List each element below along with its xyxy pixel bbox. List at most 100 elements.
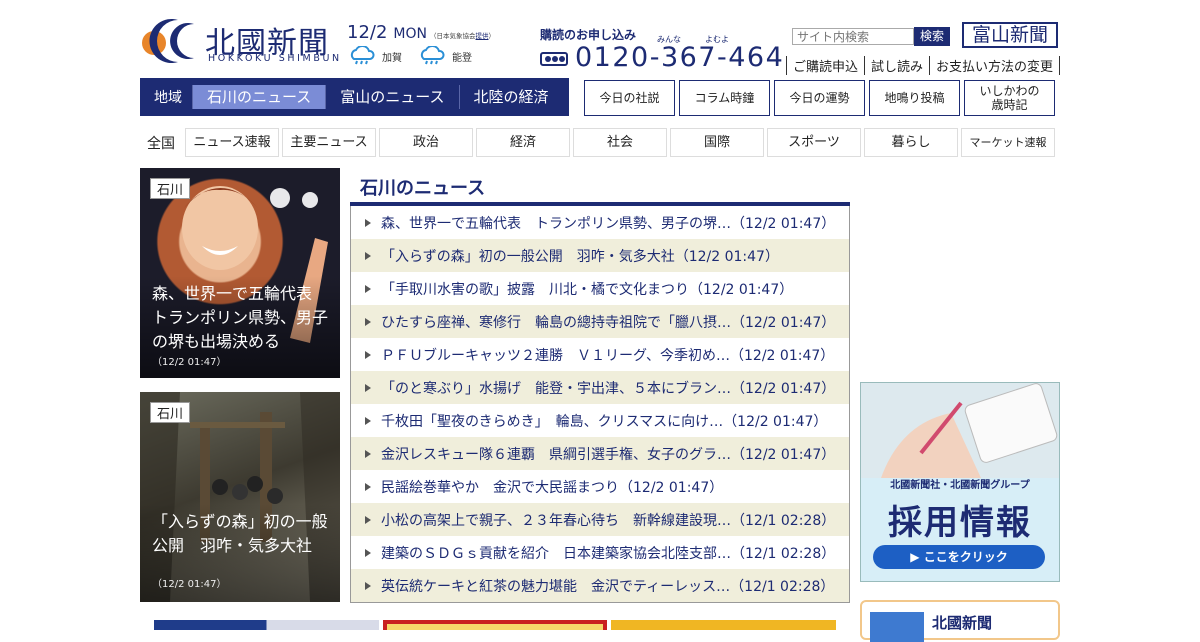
news-item[interactable]: ＰＦＵブルーキャッツ２連勝 Ｖ１リーグ、今季初め…（12/2 01:47） — [351, 338, 849, 371]
weather-label: 加賀 — [382, 52, 402, 64]
news-item[interactable]: 英伝統ケーキと紅茶の魅力堪能 金沢でティーレッス…（12/1 02:28） — [351, 569, 849, 602]
link-trial[interactable]: 試し読み — [864, 56, 929, 75]
photo-caption: 森、世界一で五輪代表 トランポリン県勢、男子の堺も出場決める （12/2 01:… — [140, 276, 340, 378]
category-international[interactable]: 国際 — [670, 128, 764, 157]
weather-label: 能登 — [452, 52, 472, 64]
news-item[interactable]: 「手取川水害の歌」披露 川北・橘で文化まつり（12/2 01:47） — [351, 272, 849, 305]
category-sports[interactable]: スポーツ — [767, 128, 861, 157]
news-item-text[interactable]: 金沢レスキュー隊６連覇 県綱引選手権、女子のグラ…（12/2 01:47） — [381, 444, 835, 464]
category-politics[interactable]: 政治 — [379, 128, 473, 157]
news-item-text[interactable]: 英伝統ケーキと紅茶の魅力堪能 金沢でティーレッス…（12/1 02:28） — [381, 576, 834, 596]
link-subscribe[interactable]: ご購読申込 — [786, 56, 864, 75]
subscribe-phone[interactable]: 0120-367-464 — [575, 42, 784, 73]
news-item-text[interactable]: ＰＦＵブルーキャッツ２連勝 Ｖ１リーグ、今季初め…（12/2 01:47） — [381, 345, 834, 365]
category-market[interactable]: マーケット速報 — [961, 128, 1055, 157]
photo-story-2[interactable]: 石川 「入らずの森」初の一般公開 羽咋・気多大社 （12/2 01:47） — [140, 392, 340, 602]
category-lifestyle[interactable]: 暮らし — [864, 128, 958, 157]
logo-subtitle: HOKKOKU SHIMBUN — [208, 53, 342, 64]
hokkoku-app-card[interactable]: 北國新聞 — [860, 600, 1060, 642]
bullet-icon — [365, 251, 371, 260]
photo-caption: 「入らずの森」初の一般公開 羽咋・気多大社 （12/2 01:47） — [140, 504, 340, 602]
tab-hokuriku-economy[interactable]: 北陸の経済 — [458, 85, 563, 109]
news-item-text[interactable]: 建築のＳＤＧｓ貢献を紹介 日本建築家協会北陸支部…（12/1 02:28） — [381, 543, 835, 563]
bullet-icon — [365, 284, 371, 293]
weather-noto[interactable]: 能登 — [418, 46, 472, 66]
bullet-icon — [365, 416, 371, 425]
news-section-title: 石川のニュース — [360, 178, 486, 199]
recruitment-banner[interactable]: 北國新聞社・北國新聞グループ 採用情報 ▶ ここをクリック — [860, 382, 1060, 582]
bullet-icon — [365, 515, 371, 524]
category-society[interactable]: 社会 — [573, 128, 667, 157]
bottom-thumbnail-1[interactable] — [154, 620, 379, 630]
news-item-text[interactable]: 「のと寒ぶり」水揚げ 能登・宇出津、５本にブラン…（12/2 01:47） — [381, 378, 835, 398]
hokkoku-app-icon — [870, 612, 924, 642]
subscribe-title: 購読のお申し込み — [540, 28, 637, 42]
news-item[interactable]: 森、世界一で五輪代表 トランポリン県勢、男子の堺…（12/2 01:47） — [351, 206, 849, 239]
nav-ishikawa-almanac[interactable]: いしかわの 歳時記 — [964, 80, 1055, 116]
bullet-icon — [365, 449, 371, 458]
banner-click-button[interactable]: ▶ ここをクリック — [873, 545, 1045, 569]
bullet-icon — [365, 548, 371, 557]
phone-icon — [540, 52, 568, 66]
weather-kaga[interactable]: 加賀 — [348, 46, 402, 66]
news-item[interactable]: 金沢レスキュー隊６連覇 県綱引選手権、女子のグラ…（12/2 01:47） — [351, 437, 849, 470]
news-item[interactable]: 千枚田「聖夜のきらめき」 輪島、クリスマスに向け…（12/2 01:47） — [351, 404, 849, 437]
photo-headline[interactable]: 森、世界一で五輪代表 トランポリン県勢、男子の堺も出場決める — [152, 282, 328, 354]
nav-jisho-column[interactable]: コラム時鐘 — [679, 80, 770, 116]
photo-timestamp: （12/2 01:47） — [152, 357, 227, 368]
bullet-icon — [365, 317, 371, 326]
rain-cloud-icon — [420, 46, 445, 65]
weather-credit-link[interactable]: 提供 — [476, 32, 489, 40]
news-item-text[interactable]: 「入らずの森」初の一般公開 羽咋・気多大社（12/2 01:47） — [381, 246, 779, 266]
news-item[interactable]: 「入らずの森」初の一般公開 羽咋・気多大社（12/2 01:47） — [351, 239, 849, 272]
news-item-text[interactable]: 小松の高架上で親子、２３年春心待ち 新幹線建設現…（12/1 02:28） — [381, 510, 835, 530]
nav-horoscope[interactable]: 今日の運勢 — [774, 80, 865, 116]
photo-headline[interactable]: 「入らずの森」初の一般公開 羽咋・気多大社 — [152, 510, 328, 558]
news-item-text[interactable]: 民謡絵巻華やか 金沢で大民謡まつり（12/2 01:47） — [381, 477, 723, 497]
banner-subtitle: 北國新聞社・北國新聞グループ — [890, 480, 1030, 491]
news-item[interactable]: 民謡絵巻華やか 金沢で大民謡まつり（12/2 01:47） — [351, 470, 849, 503]
bullet-icon — [365, 218, 371, 227]
current-date: 12/2 MON — [347, 22, 427, 43]
nav-editorial[interactable]: 今日の社説 — [584, 80, 675, 116]
news-item-text[interactable]: 千枚田「聖夜のきらめき」 輪島、クリスマスに向け…（12/2 01:47） — [381, 411, 827, 431]
news-item-text[interactable]: 森、世界一で五輪代表 トランポリン県勢、男子の堺…（12/2 01:47） — [381, 213, 835, 233]
news-item[interactable]: 「のと寒ぶり」水揚げ 能登・宇出津、５本にブラン…（12/2 01:47） — [351, 371, 849, 404]
bottom-thumbnail-2[interactable] — [383, 620, 607, 630]
subscription-links: ご購読申込 試し読み お支払い方法の変更 — [786, 56, 1061, 75]
category-economy[interactable]: 経済 — [476, 128, 570, 157]
news-item-text[interactable]: ひたすら座禅、寒修行 輪島の總持寺祖院で「臘八摂…（12/2 01:47） — [381, 312, 835, 332]
bullet-icon — [365, 482, 371, 491]
news-item[interactable]: ひたすら座禅、寒修行 輪島の總持寺祖院で「臘八摂…（12/2 01:47） — [351, 305, 849, 338]
toyama-shimbun-logo[interactable]: 富山新聞 — [962, 22, 1058, 48]
column-nav: 今日の社説 コラム時鐘 今日の運勢 地鳴り投稿 いしかわの 歳時記 — [584, 80, 1055, 116]
bullet-icon — [365, 350, 371, 359]
bullet-icon — [365, 383, 371, 392]
news-item-text[interactable]: 「手取川水害の歌」披露 川北・橘で文化まつり（12/2 01:47） — [381, 279, 793, 299]
news-list: 森、世界一で五輪代表 トランポリン県勢、男子の堺…（12/2 01:47） 「入… — [350, 206, 850, 603]
bullet-icon — [365, 581, 371, 590]
photo-story-1[interactable]: 石川 森、世界一で五輪代表 トランポリン県勢、男子の堺も出場決める （12/2 … — [140, 168, 340, 378]
tab-ishikawa-news[interactable]: 石川のニュース — [192, 85, 326, 109]
region-nav: 地域 石川のニュース 富山のニュース 北陸の経済 — [140, 78, 569, 116]
bottom-thumbnail-3[interactable] — [611, 620, 836, 630]
region-nav-label: 地域 — [154, 90, 182, 106]
region-tag: 石川 — [150, 178, 191, 199]
link-payment-change[interactable]: お支払い方法の変更 — [929, 56, 1061, 75]
search-button[interactable]: 検索 — [914, 27, 950, 46]
category-nav-label: 全国 — [147, 135, 175, 152]
category-breaking[interactable]: ニュース速報 — [185, 128, 279, 157]
category-nav: 全国 ニュース速報 主要ニュース 政治 経済 社会 国際 スポーツ 暮らし マー… — [140, 128, 1055, 157]
region-tag: 石川 — [150, 402, 191, 423]
hokkoku-logo-mark[interactable] — [140, 16, 198, 66]
category-top[interactable]: 主要ニュース — [282, 128, 376, 157]
tab-toyama-news[interactable]: 富山のニュース — [325, 85, 458, 109]
rain-cloud-icon — [350, 46, 375, 65]
news-item[interactable]: 小松の高架上で親子、２３年春心待ち 新幹線建設現…（12/1 02:28） — [351, 503, 849, 536]
search-input[interactable] — [792, 28, 914, 45]
photo-timestamp: （12/2 01:47） — [152, 579, 227, 590]
weather-credit: （日本気象協会提供） — [430, 32, 495, 40]
nav-reader-letters[interactable]: 地鳴り投稿 — [869, 80, 960, 116]
news-item[interactable]: 建築のＳＤＧｓ貢献を紹介 日本建築家協会北陸支部…（12/1 02:28） — [351, 536, 849, 569]
banner-title: 採用情報 — [888, 503, 1032, 543]
